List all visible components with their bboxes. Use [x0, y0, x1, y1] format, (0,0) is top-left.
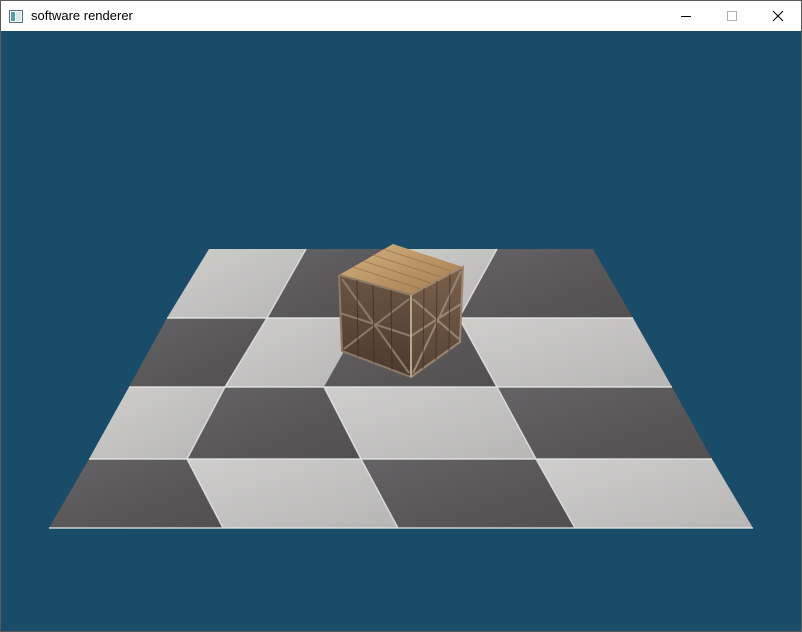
close-icon — [772, 10, 784, 22]
renderer-window: software renderer — [0, 0, 802, 632]
window-title: software renderer — [31, 8, 133, 23]
minimize-icon — [681, 16, 691, 17]
title-bar[interactable]: software renderer — [1, 1, 801, 31]
maximize-icon — [727, 11, 737, 21]
render-canvas — [49, 244, 753, 529]
close-button[interactable] — [755, 1, 801, 31]
maximize-button[interactable] — [709, 1, 755, 31]
window-app-icon — [8, 8, 24, 24]
minimize-button[interactable] — [663, 1, 709, 31]
render-viewport[interactable] — [1, 31, 801, 631]
